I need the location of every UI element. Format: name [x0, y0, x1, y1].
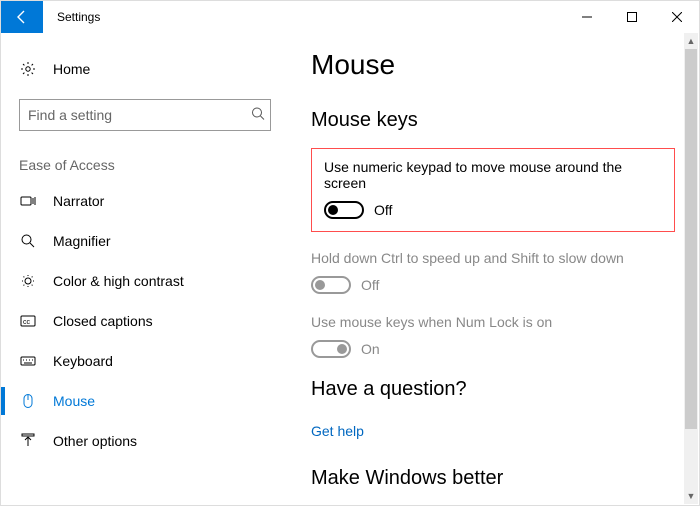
contrast-icon [19, 273, 37, 289]
section-question: Have a question? [311, 378, 675, 401]
setting-ctrl-shift-label: Hold down Ctrl to speed up and Shift to … [311, 250, 675, 266]
setting-numeric-keypad-label: Use numeric keypad to move mouse around … [324, 159, 662, 191]
close-icon [672, 12, 682, 22]
sidebar-item-mouse[interactable]: Mouse [1, 381, 291, 421]
sidebar-item-label: Mouse [53, 393, 95, 409]
maximize-button[interactable] [609, 1, 654, 33]
toggle-state-label: Off [374, 202, 392, 218]
sidebar-item-keyboard[interactable]: Keyboard [1, 341, 291, 381]
setting-numeric-keypad-toggle-row: Off [324, 201, 662, 219]
close-button[interactable] [654, 1, 699, 33]
minimize-icon [582, 12, 592, 22]
scroll-thumb[interactable] [685, 49, 697, 429]
main: Mouse Mouse keys Use numeric keypad to m… [291, 33, 699, 505]
captions-icon: cc [19, 313, 37, 329]
back-button[interactable] [1, 1, 43, 33]
search-field[interactable] [19, 99, 271, 131]
setting-numlock-label: Use mouse keys when Num Lock is on [311, 314, 675, 330]
toggle-numeric-keypad[interactable] [324, 201, 364, 219]
get-help-link[interactable]: Get help [311, 423, 364, 439]
sidebar-home-label: Home [53, 61, 90, 77]
arrow-out-icon [19, 433, 37, 449]
content: Home Ease of Access Narrator Magnifier C… [1, 33, 699, 505]
sidebar-item-other-options[interactable]: Other options [1, 421, 291, 461]
sidebar-item-label: Narrator [53, 193, 104, 209]
narrator-icon [19, 193, 37, 209]
sidebar-home[interactable]: Home [1, 49, 291, 89]
sidebar-item-label: Magnifier [53, 233, 111, 249]
minimize-button[interactable] [564, 1, 609, 33]
window-title: Settings [43, 1, 564, 33]
sidebar-item-magnifier[interactable]: Magnifier [1, 221, 291, 261]
toggle-numlock [311, 340, 351, 358]
mouse-icon [19, 393, 37, 409]
window-controls [564, 1, 699, 33]
sidebar: Home Ease of Access Narrator Magnifier C… [1, 33, 291, 505]
sidebar-item-narrator[interactable]: Narrator [1, 181, 291, 221]
scroll-down-arrow[interactable]: ▼ [684, 488, 698, 504]
sidebar-category: Ease of Access [1, 149, 291, 181]
sidebar-item-label: Keyboard [53, 353, 113, 369]
arrow-left-icon [14, 9, 30, 25]
page-title: Mouse [311, 49, 675, 81]
highlighted-setting: Use numeric keypad to move mouse around … [311, 148, 675, 232]
vertical-scrollbar[interactable]: ▲ ▼ [684, 33, 698, 504]
maximize-icon [627, 12, 637, 22]
setting-numlock: Use mouse keys when Num Lock is on On [311, 314, 675, 358]
search-input[interactable] [19, 99, 271, 131]
setting-ctrl-shift: Hold down Ctrl to speed up and Shift to … [311, 250, 675, 294]
svg-text:cc: cc [23, 319, 31, 326]
sidebar-item-label: Color & high contrast [53, 273, 184, 289]
titlebar: Settings [1, 1, 699, 33]
search-icon [251, 107, 265, 124]
toggle-state-label: Off [361, 277, 379, 293]
toggle-ctrl-shift [311, 276, 351, 294]
sidebar-item-label: Other options [53, 433, 137, 449]
sidebar-item-label: Closed captions [53, 313, 153, 329]
sidebar-item-closed-captions[interactable]: cc Closed captions [1, 301, 291, 341]
scroll-up-arrow[interactable]: ▲ [684, 33, 698, 49]
keyboard-icon [19, 353, 37, 369]
gear-icon [19, 61, 37, 77]
toggle-state-label: On [361, 341, 380, 357]
sidebar-item-color-contrast[interactable]: Color & high contrast [1, 261, 291, 301]
section-feedback: Make Windows better [311, 467, 675, 490]
magnifier-icon [19, 233, 37, 249]
section-mouse-keys: Mouse keys [311, 109, 675, 132]
